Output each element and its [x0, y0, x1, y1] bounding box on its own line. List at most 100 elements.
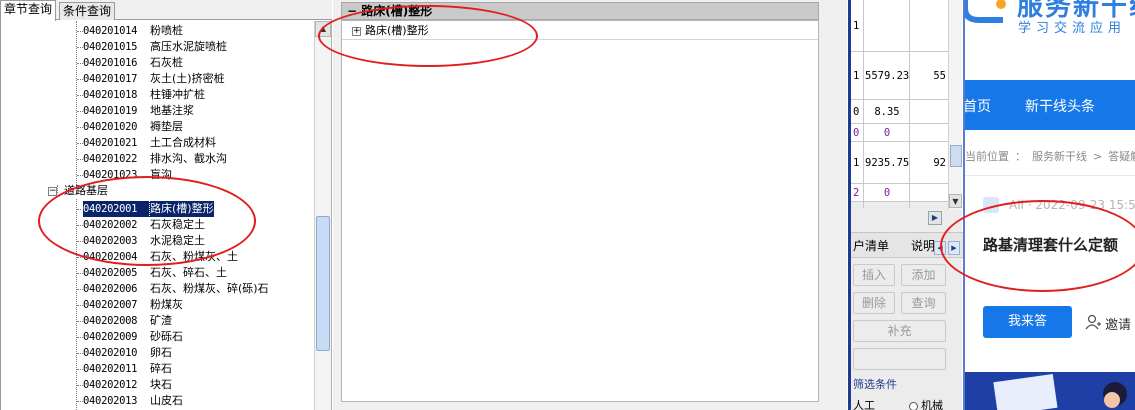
row-divider [342, 39, 818, 40]
grid-cell: 0 [883, 127, 891, 139]
tree-item[interactable]: 040201021 土工合成材料 [83, 135, 216, 151]
scroll-right-icon[interactable]: ▶ [928, 211, 942, 225]
labor-option[interactable]: 人工 [853, 400, 875, 410]
tree-item[interactable]: 040202009 砂砾石 [83, 329, 183, 345]
promo-banner[interactable] [965, 372, 1135, 410]
tree-group-road-base[interactable]: 道路基层 [64, 183, 108, 199]
tree-item[interactable]: 040201016 石灰桩 [83, 55, 183, 71]
grid-row[interactable]: 1 [851, 0, 948, 52]
tree-item-code: 040202003 [83, 235, 138, 247]
detail-tree-row[interactable]: + 路床(槽)整形 [352, 23, 429, 39]
scroll-down-icon[interactable]: ▼ [949, 194, 962, 208]
detail-panel: − 路床(槽)整形 + 路床(槽)整形 [333, 0, 847, 410]
tree-scrollbar[interactable]: ▲ [314, 21, 331, 410]
grid-cell: 8.35 [874, 106, 900, 118]
tree-item[interactable]: 040201019 地基注浆 [83, 103, 194, 119]
tree-item[interactable]: 040202003 水泥稳定土 [83, 233, 205, 249]
tree-item-name: 粉喷桩 [150, 24, 183, 37]
tree-item[interactable]: 040201018 柱锤冲扩桩 [83, 87, 205, 103]
expand-icon[interactable]: + [352, 26, 361, 36]
collapse-sign[interactable]: − [347, 4, 361, 18]
scroll-thumb[interactable] [950, 145, 962, 167]
tree-item-name: 排水沟、截水沟 [150, 152, 227, 165]
insert-button[interactable]: 插入 [853, 264, 895, 286]
tree-item-code: 040202013 [83, 395, 138, 407]
nav-headlines[interactable]: 新干线头条 [1025, 96, 1095, 116]
tree-item-name: 水泥稳定土 [150, 234, 205, 247]
tree-item[interactable]: 040202013 山皮石 [83, 393, 183, 409]
grid-cell: 1 [853, 20, 860, 32]
tree-item-name: 褥垫层 [150, 120, 183, 133]
grid-cell: 92 [933, 157, 946, 169]
supplement-button[interactable]: 补充 [853, 320, 946, 342]
tree-item[interactable]: 040201020 褥垫层 [83, 119, 183, 135]
tree-item-name: 石灰、粉煤灰、碎(砾)石 [150, 282, 269, 295]
tree-item[interactable]: 040202012 块石 [83, 377, 172, 393]
grid-cell: 1 [853, 157, 860, 169]
tree-item-code: 040201014 [83, 25, 138, 37]
tree-item[interactable]: 040202004 石灰、粉煤灰、土 [83, 249, 238, 265]
nav-home[interactable]: 首页 [965, 96, 991, 116]
grid-row[interactable]: 1 9235.75 92 [851, 142, 948, 184]
grid-cell: 1 [853, 70, 860, 82]
tree-item-name: 块石 [150, 378, 172, 391]
site-slogan: 学习交流应用 [1018, 21, 1127, 36]
tree-item-name: 石灰、碎石、土 [150, 266, 227, 279]
tree-item-code: 040201020 [83, 121, 138, 133]
tree-item[interactable]: 040201015 高压水泥旋喷桩 [83, 39, 227, 55]
breadcrumb-link[interactable]: 答疑解惑 [1108, 150, 1135, 163]
tree-item[interactable]: 040201022 排水沟、截水沟 [83, 151, 227, 167]
tree-item-name: 灰土(土)挤密桩 [150, 72, 225, 85]
tab-next-icon[interactable]: ▶ [948, 241, 960, 255]
tree-item-name: 卵石 [150, 346, 172, 359]
grid-row[interactable]: 0 8.35 [851, 100, 948, 124]
tree-item[interactable]: 040202005 石灰、碎石、土 [83, 265, 227, 281]
tree-item[interactable]: 040202008 矿渣 [83, 313, 172, 329]
breadcrumb: 当前位置 ： 服务新干线 > 答疑解惑 [965, 148, 1135, 164]
tree-tabs: 章节查询 条件查询 [0, 0, 332, 21]
tab-description[interactable]: 说明 [911, 239, 935, 253]
avatar[interactable] [983, 197, 999, 213]
grid-row[interactable]: 1 5579.23 55 [851, 52, 948, 100]
tree-item-name: 矿渣 [150, 314, 172, 327]
grid-row[interactable]: 20 [851, 184, 948, 202]
tree-item-code: 040202004 [83, 251, 138, 263]
blank-button[interactable] [853, 348, 946, 370]
tree-item-name: 石灰稳定土 [150, 218, 205, 231]
grid-scrollbar[interactable]: ▼ [948, 0, 962, 210]
tree-item[interactable]: 040201023 盲沟 [83, 167, 172, 183]
collapse-icon[interactable]: − [48, 187, 57, 196]
grid-row[interactable]: 00 [851, 124, 948, 142]
tree-item[interactable]: 040202002 石灰稳定土 [83, 217, 205, 233]
question-title: 路基清理套什么定额 [983, 236, 1119, 254]
tree-item[interactable]: 040201017 灰土(土)挤密桩 [83, 71, 225, 87]
tab-prev-icon[interactable]: ◀ [934, 241, 946, 255]
tree-item[interactable]: 040201014 粉喷桩 [83, 23, 183, 39]
breadcrumb-link[interactable]: 服务新干线 [1032, 150, 1087, 163]
tree-item[interactable]: 040202010 卵石 [83, 345, 172, 361]
tree-item[interactable]: 040202001 路床(槽)整形 [82, 200, 215, 218]
tree-item[interactable]: 040202011 碎石 [83, 361, 172, 377]
invite-link[interactable]: 邀请 [1105, 314, 1131, 333]
breadcrumb-label: 当前位置 [965, 150, 1009, 163]
scroll-up-icon[interactable]: ▲ [315, 21, 331, 37]
tree-item-code: 040201018 [83, 89, 138, 101]
tree-item[interactable]: 040202007 粉煤灰 [83, 297, 183, 313]
answer-button[interactable]: 我来答 [983, 306, 1072, 338]
tab-bill[interactable]: 户清单 [853, 239, 889, 253]
query-button[interactable]: 查询 [901, 292, 946, 314]
tree-item[interactable]: 040202006 石灰、粉煤灰、碎(砾)石 [83, 281, 269, 297]
machine-option[interactable]: 机械 [921, 400, 943, 410]
grid-cell: 0 [853, 127, 860, 139]
tree-item-code: 040202010 [83, 347, 138, 359]
add-button[interactable]: 添加 [901, 264, 946, 286]
scroll-thumb[interactable] [316, 216, 330, 351]
tab-chapter-query[interactable]: 章节查询 [0, 0, 57, 21]
filter-condition-label: 筛选条件 [853, 378, 897, 391]
delete-button[interactable]: 删除 [853, 292, 895, 314]
detail-row-label: 路床(槽)整形 [365, 24, 429, 37]
tab-condition-query[interactable]: 条件查询 [59, 2, 116, 20]
tree-item-code: 040201023 [83, 169, 138, 181]
tree-item-name: 土工合成材料 [150, 136, 216, 149]
machine-radio[interactable] [909, 402, 918, 410]
